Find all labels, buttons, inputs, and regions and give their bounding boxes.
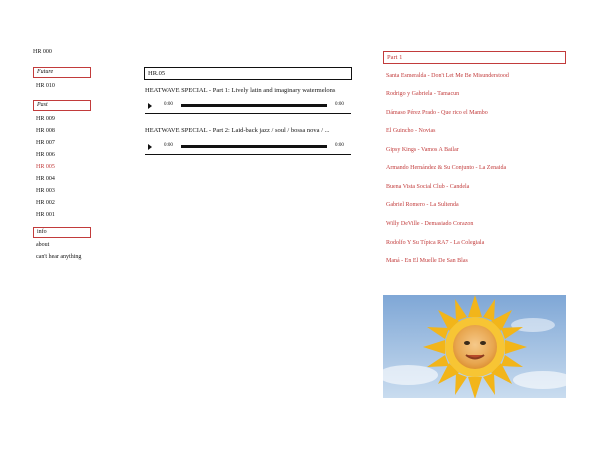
sidebar-item-hr006[interactable]: HR 006 [36, 151, 55, 159]
track-item[interactable]: Armando Hernández & Su Conjunto - La Zen… [386, 164, 506, 172]
track-item[interactable]: Dámaso Pérez Prado - Que rico el Mambo [386, 109, 488, 117]
audio-player-part2[interactable]: 0:00 0:00 [145, 142, 351, 155]
sidebar-item-hr008[interactable]: HR 008 [36, 127, 55, 135]
time-total: 0:00 [335, 143, 344, 148]
track-item[interactable]: Maná - En El Muelle De San Blas [386, 257, 468, 265]
track-item[interactable]: Rodrigo y Gabriela - Tamacun [386, 90, 459, 98]
sidebar-item-hr010[interactable]: HR 010 [36, 82, 55, 90]
track-item[interactable]: Gabriel Romero - La Sultenda [386, 201, 459, 209]
sidebar-item-about[interactable]: about [36, 241, 49, 249]
tracklist-heading: Part 1 [383, 51, 566, 64]
audio-player-part1[interactable]: 0:00 0:00 [145, 101, 351, 114]
sidebar-item-cant-hear[interactable]: can't hear anything [36, 253, 81, 261]
time-total: 0:00 [335, 102, 344, 107]
site-title: HR 000 [33, 49, 52, 55]
progress-bar[interactable] [181, 145, 327, 148]
track-item[interactable]: Willy DeVille - Demasiado Corazon [386, 220, 473, 228]
sidebar-item-hr003[interactable]: HR 003 [36, 187, 55, 195]
sun-baby-icon [383, 295, 566, 398]
episode-label: HR.05 [144, 67, 352, 80]
track-item[interactable]: Gipsy Kings - Vamos A Bailar [386, 146, 459, 154]
episode-title-part2: HEATWAVE SPECIAL - Part 2: Laid-back jaz… [145, 127, 330, 134]
track-item[interactable]: Rodolfo Y Su Típica RA7 - La Colegiala [386, 239, 484, 247]
time-elapsed: 0:00 [164, 102, 173, 107]
play-icon[interactable] [148, 144, 152, 150]
track-item[interactable]: Santa Esmeralda - Don't Let Me Be Misund… [386, 72, 509, 80]
sun-baby-image [383, 295, 566, 398]
sidebar-item-hr002[interactable]: HR 002 [36, 199, 55, 207]
track-item[interactable]: El Guincho - Novias [386, 127, 436, 135]
episode-title-part1: HEATWAVE SPECIAL - Part 1: Lively latin … [145, 87, 336, 94]
sidebar-item-hr001[interactable]: HR 001 [36, 211, 55, 219]
time-elapsed: 0:00 [164, 143, 173, 148]
track-item[interactable]: Buena Vista Social Club - Candela [386, 183, 469, 191]
sidebar-item-hr004[interactable]: HR 004 [36, 175, 55, 183]
past-section-label: Past [33, 100, 91, 111]
sidebar-item-hr007[interactable]: HR 007 [36, 139, 55, 147]
future-section-label: Future [33, 67, 91, 78]
sidebar-item-hr005[interactable]: HR 005 [36, 163, 55, 171]
progress-bar[interactable] [181, 104, 327, 107]
info-section-label: info [33, 227, 91, 238]
sidebar-item-hr009[interactable]: HR 009 [36, 115, 55, 123]
play-icon[interactable] [148, 103, 152, 109]
